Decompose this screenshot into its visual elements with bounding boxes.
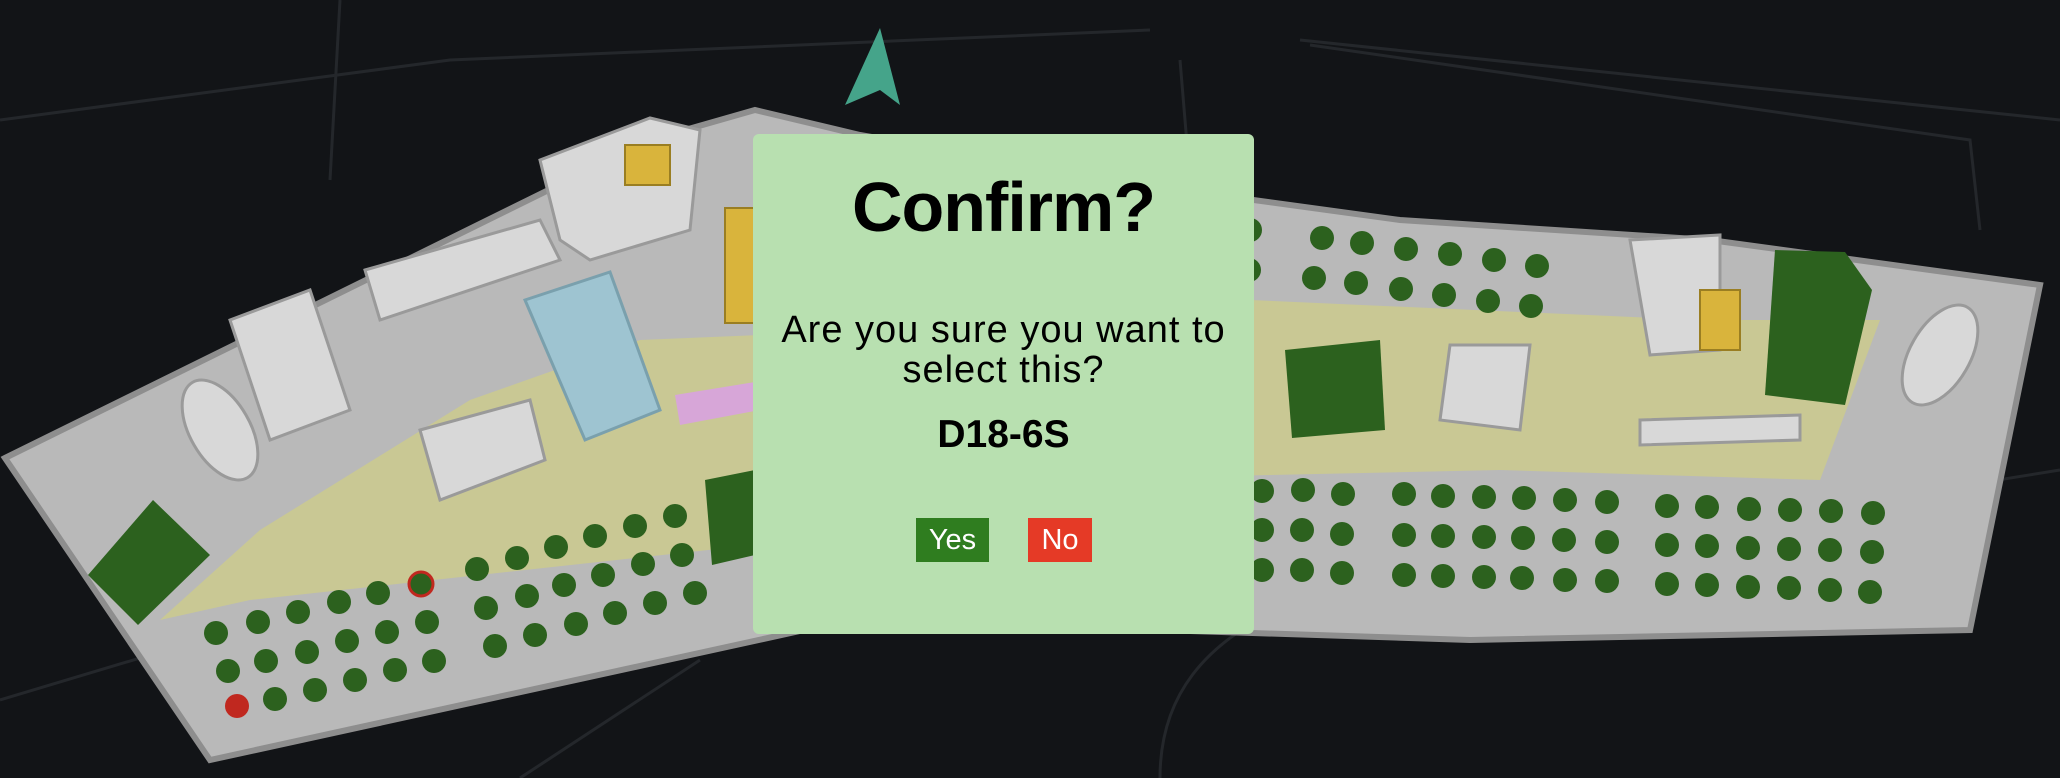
north-arrow-icon (845, 28, 900, 105)
dialog-title: Confirm? (851, 168, 1156, 246)
yes-button[interactable]: Yes (916, 518, 989, 562)
no-button[interactable]: No (1028, 518, 1092, 562)
dialog-message: Are you sure you want to select this? (781, 309, 1226, 391)
confirm-dialog: Confirm? Are you sure you want to select… (753, 134, 1254, 634)
selected-desk-id: D18-6S (937, 413, 1070, 456)
